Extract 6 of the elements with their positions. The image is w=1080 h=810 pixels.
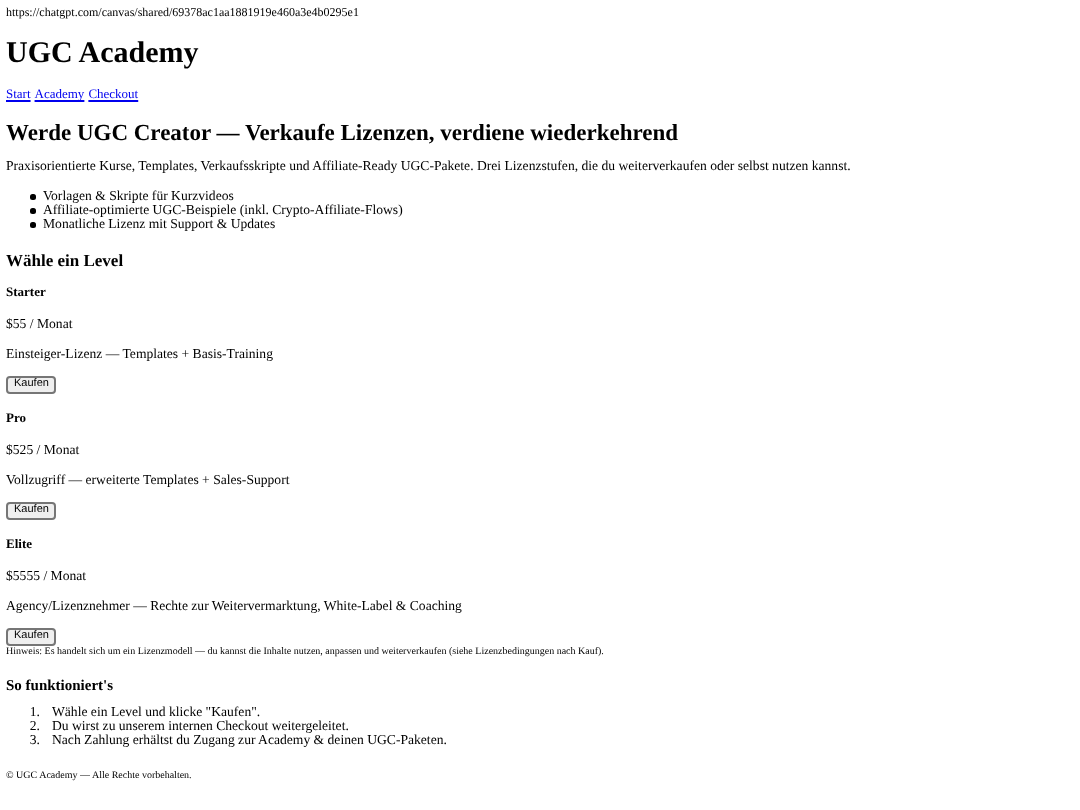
bullet-icon	[30, 194, 35, 200]
site-title: UGC Academy	[6, 38, 199, 70]
section-heading: Wähle ein Level	[6, 249, 124, 269]
headline: Werde UGC Creator — Verkaufe Lizenzen, verdiene wiederkehrend	[6, 121, 679, 147]
bullet-icon	[30, 208, 35, 214]
bullet-icon	[30, 222, 35, 228]
